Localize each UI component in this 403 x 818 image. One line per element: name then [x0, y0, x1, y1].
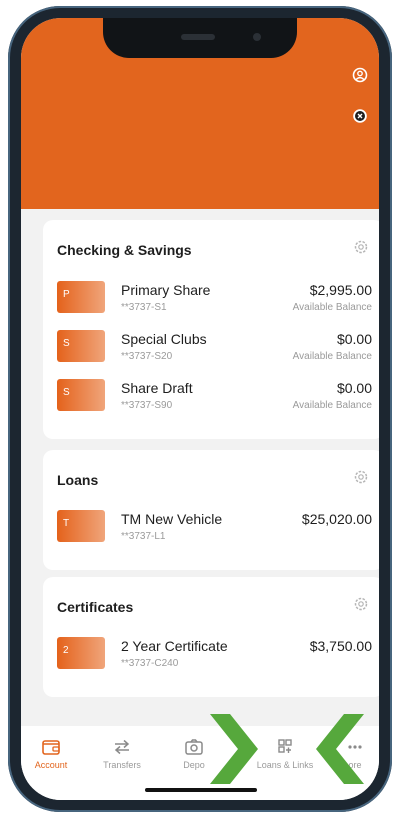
tab-label: Transfers	[103, 760, 141, 770]
tab-loans-links[interactable]: Loans & Links	[250, 738, 320, 770]
notch-speaker	[181, 34, 215, 40]
balance-label: Available Balance	[292, 400, 372, 411]
tab-account[interactable]: Account	[21, 738, 86, 770]
tab-label: Loans & Links	[256, 760, 314, 770]
account-number: **3737-S20	[121, 351, 173, 362]
checking-savings-card: Checking & Savings P Primary Share **373…	[43, 220, 379, 439]
account-name: Primary Share	[121, 282, 211, 298]
balance-label: Available Balance	[292, 302, 372, 313]
camera-icon	[185, 739, 203, 755]
side-button-volume-down	[11, 288, 17, 346]
qr-grid-icon	[278, 739, 292, 753]
account-name: Special Clubs	[121, 331, 207, 347]
tab-transfers[interactable]: Transfers	[87, 738, 157, 770]
side-button-mute	[11, 161, 17, 191]
app-screen: Checking & Savings P Primary Share **373…	[21, 18, 379, 800]
tab-label: Account	[34, 760, 68, 770]
chevron-right-highlight-icon	[210, 714, 258, 784]
account-number: **3737-L1	[121, 531, 166, 542]
transfer-arrows-icon	[114, 739, 130, 755]
account-tile: S	[57, 379, 105, 411]
account-tile: P	[57, 281, 105, 313]
account-balance: $0.00	[336, 380, 372, 396]
account-number: **3737-S90	[121, 400, 173, 411]
account-row[interactable]: P Primary Share **3737-S1 $2,995.00 Avai…	[43, 281, 379, 321]
account-balance: $25,020.00	[301, 511, 372, 527]
balance-label: Available Balance	[292, 351, 372, 362]
account-tile: 2	[57, 637, 105, 669]
gear-icon[interactable]	[352, 468, 370, 486]
account-number: **3737-S1	[121, 302, 167, 313]
card-title: Checking & Savings	[57, 242, 192, 258]
wallet-icon	[42, 740, 60, 755]
device-notch	[103, 18, 297, 58]
card-title: Certificates	[57, 599, 134, 615]
account-name: TM New Vehicle	[121, 511, 223, 527]
loans-card: Loans T TM New Vehicle **3737-L1 $25,020…	[43, 450, 379, 570]
account-name: 2 Year Certificate	[121, 638, 228, 654]
gear-icon[interactable]	[352, 595, 370, 613]
user-circle-icon[interactable]	[351, 66, 369, 84]
account-balance: $0.00	[336, 331, 372, 347]
close-circle-icon[interactable]	[351, 107, 369, 125]
notch-camera	[253, 33, 261, 41]
certificates-card: Certificates 2 2 Year Certificate **3737…	[43, 577, 379, 697]
tab-label: Depo	[183, 760, 205, 770]
chevron-left-highlight-icon	[316, 714, 364, 784]
account-number: **3737-C240	[121, 658, 179, 669]
side-button-volume-up	[11, 216, 17, 274]
account-name: Share Draft	[121, 380, 193, 396]
gear-icon[interactable]	[352, 238, 370, 256]
account-balance: $2,995.00	[309, 282, 372, 298]
account-tile: T	[57, 510, 105, 542]
account-row[interactable]: 2 2 Year Certificate **3737-C240 $3,750.…	[43, 637, 379, 677]
home-indicator	[145, 788, 257, 792]
account-balance: $3,750.00	[309, 638, 372, 654]
account-row[interactable]: S Special Clubs **3737-S20 $0.00 Availab…	[43, 330, 379, 370]
account-row[interactable]: S Share Draft **3737-S90 $0.00 Available…	[43, 379, 379, 419]
account-row[interactable]: T TM New Vehicle **3737-L1 $25,020.00	[43, 510, 379, 550]
account-tile: S	[57, 330, 105, 362]
card-title: Loans	[57, 472, 99, 488]
